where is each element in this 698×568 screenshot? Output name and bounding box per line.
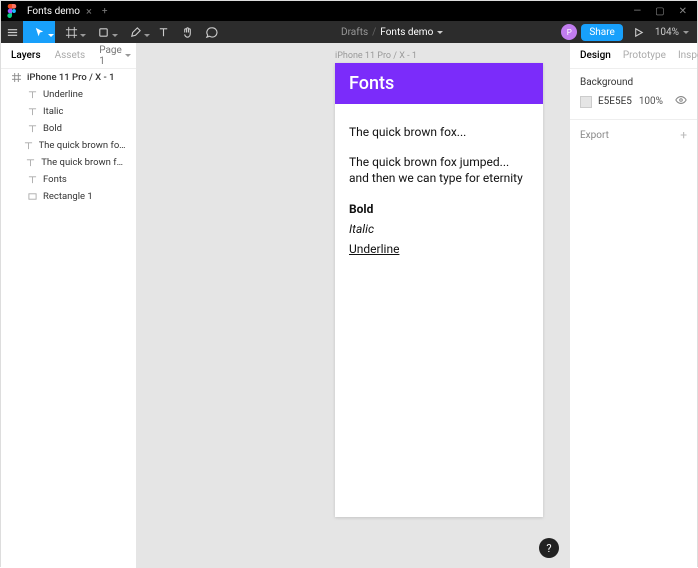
layer-label: Italic [43, 106, 63, 117]
layer-label: The quick brown fox jumped...... [39, 140, 126, 151]
text-icon [27, 90, 37, 99]
layer-label: iPhone 11 Pro / X - 1 [27, 72, 115, 83]
breadcrumb: Drafts / Fonts demo [223, 27, 561, 38]
tab-inspect[interactable]: Inspect [678, 50, 698, 61]
layer-frame[interactable]: iPhone 11 Pro / X - 1 [1, 69, 136, 86]
background-section: Background E5E5E5 100% [570, 69, 697, 120]
artboard[interactable]: Fonts The quick brown fox... The quick b… [335, 63, 543, 517]
titlebar: Fonts demo × + — ▢ ✕ [1, 1, 697, 21]
layer-row[interactable]: Italic [1, 103, 136, 120]
layer-row[interactable]: Rectangle 1 [1, 188, 136, 205]
background-label: Background [580, 77, 687, 88]
frame-tool[interactable] [55, 21, 87, 43]
layer-label: Fonts [43, 174, 67, 185]
tab-assets[interactable]: Assets [55, 50, 86, 61]
avatar[interactable]: P [561, 24, 577, 40]
close-window-icon[interactable]: ✕ [679, 6, 687, 17]
text-icon [27, 175, 37, 184]
text-icon [26, 158, 35, 167]
tab-design[interactable]: Design [580, 50, 611, 61]
background-hex[interactable]: E5E5E5 [598, 96, 632, 107]
breadcrumb-root[interactable]: Drafts [341, 27, 368, 38]
bold-text[interactable]: Bold [349, 201, 529, 217]
chevron-down-icon [125, 54, 131, 57]
comment-tool[interactable] [199, 21, 223, 43]
layer-label: Bold [43, 123, 62, 134]
move-tool[interactable] [23, 21, 55, 43]
shape-tool[interactable] [87, 21, 119, 43]
breadcrumb-file[interactable]: Fonts demo [380, 27, 443, 38]
chevron-down-icon [683, 31, 689, 34]
tab-layers[interactable]: Layers [11, 50, 41, 61]
layer-row[interactable]: The quick brown fox jumped...... [1, 137, 136, 154]
text-icon [27, 107, 37, 116]
layer-label: Underline [43, 89, 83, 100]
file-tab-label: Fonts demo [27, 6, 80, 17]
share-button[interactable]: Share [581, 24, 622, 41]
rect-icon [27, 192, 37, 201]
pen-tool[interactable] [119, 21, 151, 43]
layer-row[interactable]: Underline [1, 86, 136, 103]
design-panel: Design Prototype Inspect Background E5E5… [569, 43, 697, 568]
frame-label[interactable]: iPhone 11 Pro / X - 1 [335, 51, 417, 61]
artboard-header[interactable]: Fonts [335, 63, 543, 104]
export-section[interactable]: Export + [570, 120, 697, 150]
export-label: Export [580, 130, 609, 141]
layers-panel: Layers Assets Page 1 iPhone 11 Pro / X -… [1, 43, 137, 568]
maximize-icon[interactable]: ▢ [655, 6, 664, 17]
text-icon [27, 124, 37, 133]
sample-text-2[interactable]: The quick brown fox jumped... and then w… [349, 154, 529, 186]
layer-label: Rectangle 1 [43, 191, 93, 202]
close-tab-icon[interactable]: × [86, 5, 92, 18]
underline-text[interactable]: Underline [349, 241, 529, 257]
file-tab[interactable]: Fonts demo × [27, 5, 92, 18]
tab-prototype[interactable]: Prototype [623, 50, 666, 61]
zoom-control[interactable]: 104% [655, 27, 689, 38]
canvas[interactable]: iPhone 11 Pro / X - 1 Fonts The quick br… [137, 43, 569, 568]
new-tab-button[interactable]: + [102, 6, 108, 17]
sample-text-1[interactable]: The quick brown fox... [349, 124, 529, 140]
chevron-down-icon [437, 31, 443, 34]
window-controls: — ▢ ✕ [633, 6, 687, 17]
layer-row[interactable]: Bold [1, 120, 136, 137]
page-selector[interactable]: Page 1 [99, 45, 131, 67]
text-tool[interactable] [151, 21, 175, 43]
layer-row[interactable]: Fonts [1, 171, 136, 188]
layer-row[interactable]: The quick brown fox... [1, 154, 136, 171]
add-export-icon[interactable]: + [680, 128, 687, 142]
frame-icon [11, 73, 21, 82]
zoom-value: 104% [655, 27, 679, 38]
minimize-icon[interactable]: — [633, 6, 641, 17]
main-menu-button[interactable] [1, 21, 23, 43]
eye-icon[interactable] [675, 94, 687, 109]
hand-tool[interactable] [175, 21, 199, 43]
figma-logo-icon [7, 4, 17, 18]
help-button[interactable]: ? [539, 538, 559, 558]
text-icon [24, 141, 33, 150]
present-button[interactable] [627, 21, 651, 43]
color-swatch[interactable] [580, 96, 592, 108]
italic-text[interactable]: Italic [349, 221, 529, 237]
layer-label: The quick brown fox... [41, 157, 126, 168]
background-opacity[interactable]: 100% [639, 96, 663, 107]
toolbar: Drafts / Fonts demo P Share 104% [1, 21, 697, 43]
